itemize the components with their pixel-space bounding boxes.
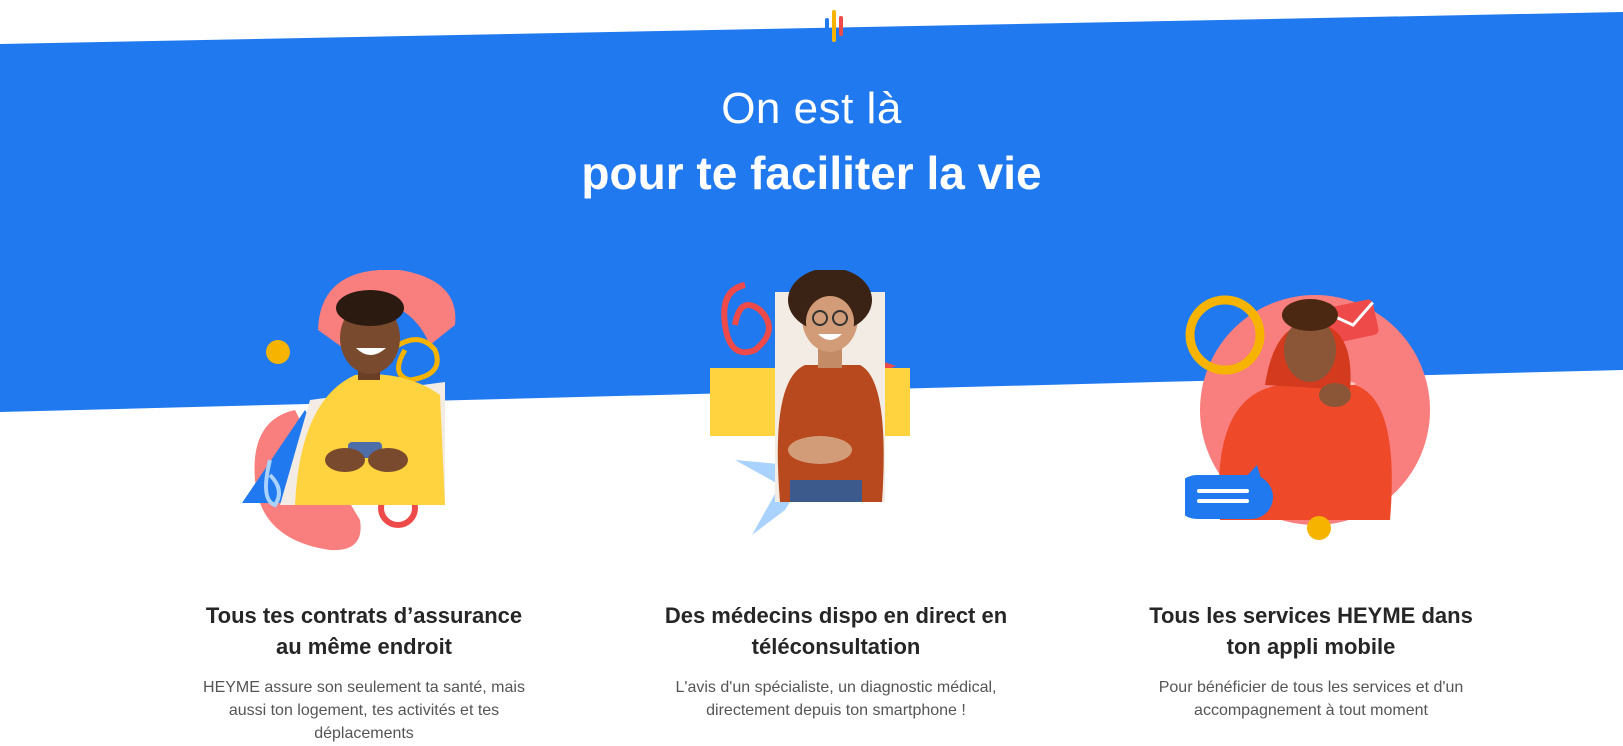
feature-description: HEYME assure son seulement ta santé, mai… [154, 676, 574, 745]
feature-title: Tous les services HEYME dans ton appli m… [1101, 600, 1521, 662]
hero-headline-bold: pour te faciliter la vie [581, 147, 1042, 199]
feature-title-line: ton appli mobile [1226, 634, 1396, 659]
feature-title-line: Tous tes contrats d’assurance [205, 603, 523, 628]
feature-description: L'avis d'un spécialiste, un diagnostic m… [626, 676, 1046, 722]
hero-headline-light: On est là [721, 84, 902, 133]
feature-title-line: Des médecins dispo en direct en [664, 603, 1008, 628]
feature-text-line: directement depuis ton smartphone ! [706, 702, 966, 719]
feature-insurance-contracts: Tous tes contrats d’assurance au même en… [154, 600, 574, 745]
feature-text-line: déplacements [314, 725, 414, 742]
feature-text-line: Pour bénéficier de tous les services et … [1158, 679, 1464, 696]
feature-text-line: aussi ton logement, tes activités et tes [228, 702, 500, 719]
feature-text-line: L'avis d'un spécialiste, un diagnostic m… [675, 679, 997, 696]
heyme-logo-icon [825, 10, 843, 42]
feature-title: Tous tes contrats d’assurance au même en… [154, 600, 574, 662]
illustration-teleconsultation [710, 270, 910, 535]
feature-text-line: HEYME assure son seulement ta santé, mai… [203, 679, 525, 696]
feature-mobile-app: Tous les services HEYME dans ton appli m… [1101, 600, 1521, 722]
feature-title-line: au même endroit [275, 634, 453, 659]
feature-text-line: accompagnement à tout moment [1194, 702, 1428, 719]
illustration-insurance-contracts [242, 270, 456, 551]
feature-title-line: téléconsultation [751, 634, 921, 659]
illustration-mobile-app [1185, 295, 1430, 540]
feature-teleconsultation: Des médecins dispo en direct en télécons… [626, 600, 1046, 722]
feature-description: Pour bénéficier de tous les services et … [1101, 676, 1521, 722]
feature-title-line: Tous les services HEYME dans [1149, 603, 1473, 628]
feature-title: Des médecins dispo en direct en télécons… [626, 600, 1046, 662]
